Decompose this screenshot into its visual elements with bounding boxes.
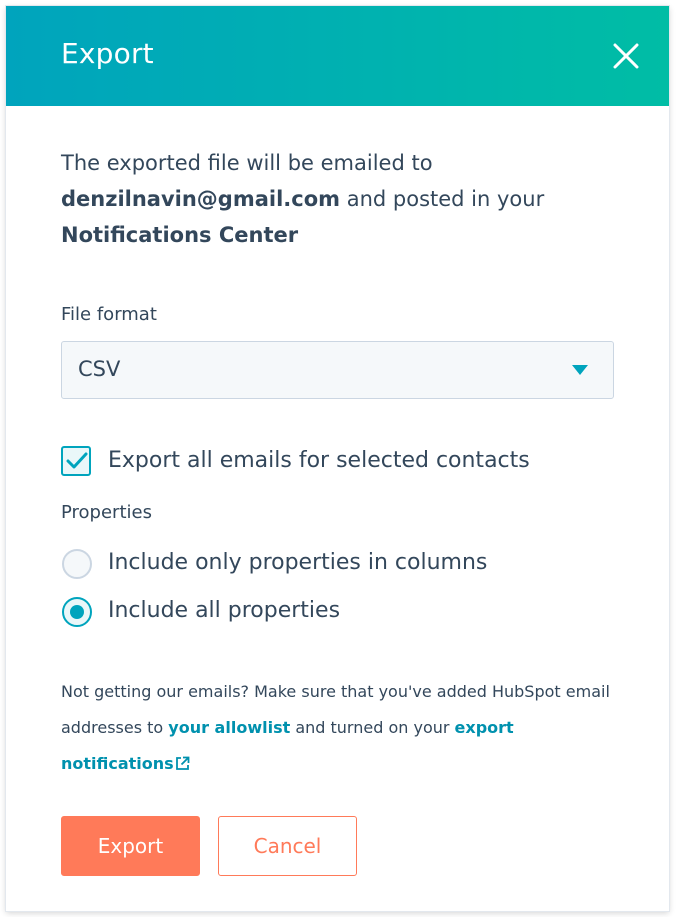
export-dialog: Export The exported file will be emailed… [6, 6, 669, 911]
radio-label-all-properties[interactable]: Include all properties [108, 598, 340, 623]
radio-label-properties-in-columns[interactable]: Include only properties in columns [108, 550, 487, 575]
intro-middle: and posted in your [346, 187, 545, 211]
export-button[interactable]: Export [61, 816, 200, 876]
notifications-center-label: Notifications Center [61, 223, 299, 247]
intro-prefix: The exported file will be emailed to [61, 151, 433, 175]
dialog-header: Export [6, 6, 669, 106]
dialog-title: Export [61, 37, 154, 70]
radio-properties-in-columns[interactable] [62, 549, 92, 579]
close-button[interactable] [610, 40, 642, 72]
note-text-2: and turned on your [295, 718, 450, 737]
external-link-icon [175, 756, 190, 770]
properties-label: Properties [61, 502, 152, 523]
export-all-emails-label[interactable]: Export all emails for selected contacts [108, 448, 530, 473]
cancel-button[interactable]: Cancel [218, 816, 357, 876]
export-all-emails-checkbox[interactable] [61, 446, 91, 476]
checkmark-icon [66, 452, 88, 469]
radio-selected-dot [70, 605, 84, 619]
radio-all-properties[interactable] [62, 597, 92, 627]
file-format-select[interactable]: CSV [61, 341, 614, 399]
export-description: The exported file will be emailed to den… [61, 145, 621, 253]
close-icon [613, 43, 639, 69]
email-help-note: Not getting our emails? Make sure that y… [61, 674, 621, 782]
recipient-email: denzilnavin@gmail.com [61, 187, 341, 211]
caret-down-icon [572, 365, 588, 375]
allowlist-link[interactable]: your allowlist [168, 718, 290, 737]
file-format-value: CSV [78, 357, 121, 381]
file-format-label: File format [61, 304, 157, 325]
